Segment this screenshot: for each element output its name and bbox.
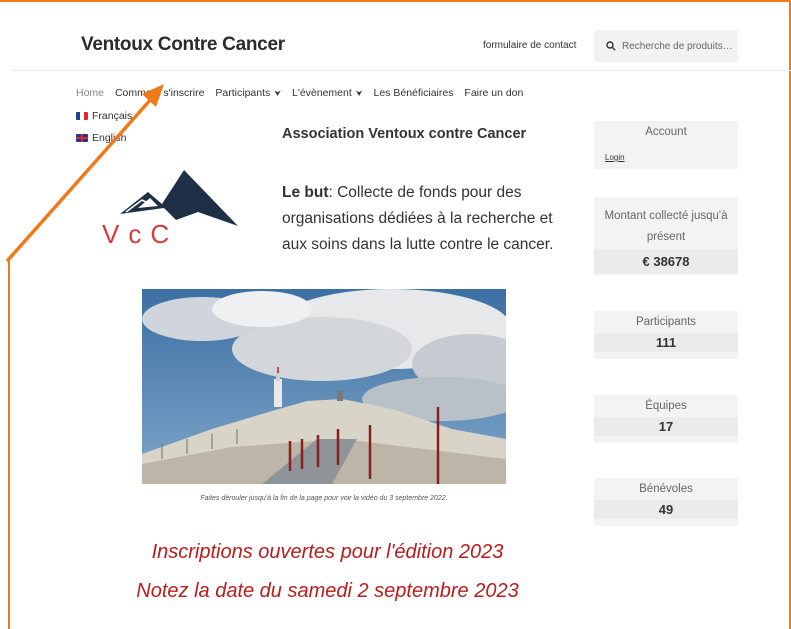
nav-item-event[interactable]: L'évènement ⮟ (292, 87, 363, 99)
participants-value: 111 (594, 333, 738, 352)
photo-caption: Faites dérouler jusqu'à la fin de la pag… (200, 495, 448, 502)
amount-raised-widget: Montant collecté jusqu'à présent € 38678 (594, 197, 738, 275)
teams-widget: Équipes 17 (594, 395, 738, 443)
vcc-logo: VcC (98, 168, 243, 253)
flag-uk-icon (76, 134, 88, 142)
nav-item-register[interactable]: Comment s'inscrire (115, 87, 205, 99)
account-title: Account (645, 126, 687, 138)
nav-item-french-label: Français (92, 110, 133, 122)
site-title[interactable]: Ventoux Contre Cancer (81, 34, 285, 56)
registration-open-banner: Inscriptions ouvertes pour l'édition 202… (151, 541, 504, 563)
nav-item-donate[interactable]: Faire un don (464, 87, 523, 99)
nav-item-home[interactable]: Home (76, 87, 104, 99)
chevron-down-icon: ⮟ (274, 89, 282, 98)
volunteers-widget: Bénévoles 49 (594, 478, 738, 526)
teams-value: 17 (594, 417, 738, 436)
volunteers-value: 49 (594, 500, 738, 519)
search-input[interactable]: Recherche de produits… (594, 30, 738, 62)
amount-label: Montant collecté jusqu'à présent (604, 210, 728, 243)
participants-widget: Participants 111 (594, 311, 738, 359)
login-link[interactable]: Login (605, 153, 625, 162)
nav-item-beneficiaries[interactable]: Les Bénéficiaires (374, 87, 454, 99)
flag-fr-icon (76, 112, 88, 120)
header-divider (10, 70, 791, 71)
amount-value: € 38678 (594, 249, 738, 274)
account-widget: Account Login (594, 121, 738, 169)
volunteers-label: Bénévoles (639, 483, 693, 495)
page-title: Association Ventoux contre Cancer (282, 126, 527, 142)
logo-text: VcC (102, 219, 178, 248)
teams-label: Équipes (645, 400, 687, 412)
contact-link[interactable]: formulaire de contact (483, 40, 576, 51)
goal-label: Le but (282, 184, 329, 201)
event-date-banner: Notez la date du samedi 2 septembre 2023 (136, 580, 519, 602)
nav-item-event-label: L'évènement (291, 87, 352, 99)
nav-item-english-label: English (92, 132, 127, 144)
nav-item-participants-label: Participants (215, 87, 271, 99)
chevron-down-icon: ⮟ (355, 89, 363, 98)
goal-paragraph: Le but: Collecte de fonds pour des organ… (282, 180, 557, 258)
nav-item-english[interactable]: English (76, 132, 126, 144)
participants-label: Participants (635, 316, 697, 328)
search-icon (606, 41, 616, 51)
mont-ventoux-photo (142, 289, 506, 484)
annotation-line (8, 258, 10, 629)
nav-item-french[interactable]: Français (76, 110, 132, 122)
search-placeholder: Recherche de produits… (622, 40, 733, 52)
nav-item-participants[interactable]: Participants ⮟ (215, 87, 281, 99)
